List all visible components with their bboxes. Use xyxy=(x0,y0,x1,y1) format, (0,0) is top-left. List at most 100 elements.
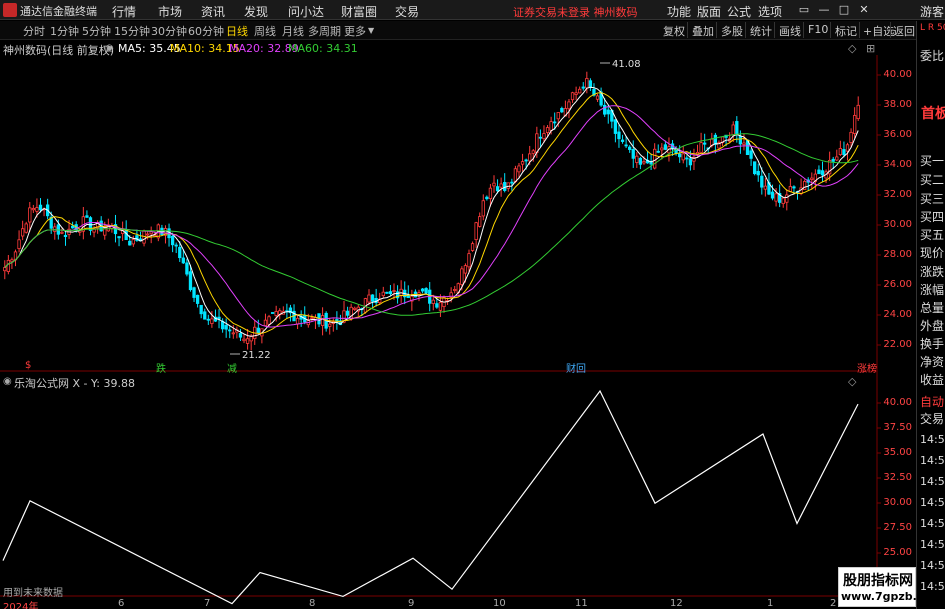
candle-body xyxy=(581,86,585,89)
sub-tick-label: 30.00 xyxy=(883,497,912,508)
tab-trades[interactable]: 交易 xyxy=(920,410,944,427)
diamond-icon[interactable]: ◇ xyxy=(848,375,856,388)
watermark-name: 股朋指标网 xyxy=(843,573,913,589)
price-tick-label: 40.00 xyxy=(883,69,912,80)
x-tick-label: 2024年 xyxy=(3,602,39,609)
candle-body xyxy=(370,294,375,302)
candle-body xyxy=(238,333,243,338)
candle-body xyxy=(203,311,207,320)
candle-body xyxy=(660,147,664,151)
quote-label-bid2: 买二 xyxy=(920,173,945,187)
candle-body xyxy=(195,294,200,304)
trade-time: 14:56 xyxy=(920,517,945,530)
moving-average-lines xyxy=(4,86,859,337)
price-tick-label: 30.00 xyxy=(883,219,912,230)
candle-body xyxy=(38,204,43,211)
quote-label-bid5: 买五 xyxy=(920,228,945,242)
settings-circle-icon[interactable]: ◉ xyxy=(3,376,12,387)
panel-header[interactable]: L R 500 xyxy=(920,23,945,33)
x-tick-label: 9 xyxy=(408,598,415,609)
user-label[interactable]: 游客 xyxy=(920,3,944,20)
candle-body xyxy=(431,299,435,304)
candle-body xyxy=(638,157,643,165)
trade-time: 14:56 xyxy=(920,559,945,572)
candle-body xyxy=(453,289,457,291)
candle-body xyxy=(553,121,557,124)
candle-body xyxy=(35,207,39,212)
candle-body xyxy=(681,153,685,161)
quote-label-earnings: 收益 xyxy=(920,373,945,387)
stock-chart-area[interactable] xyxy=(0,0,916,609)
candle-body xyxy=(628,146,632,150)
x-tick-label: 7 xyxy=(204,598,211,609)
candle-body xyxy=(617,131,621,140)
x-tick-label: 11 xyxy=(575,598,588,609)
quote-label-first-board: 首板 xyxy=(921,106,945,122)
candle-body xyxy=(570,92,575,101)
candle-body xyxy=(20,228,25,237)
candle-body xyxy=(53,226,57,232)
candle-body xyxy=(267,316,271,325)
candle-body xyxy=(492,182,496,187)
candle-body xyxy=(856,104,860,119)
candle-body xyxy=(517,165,521,173)
event-tag-rank[interactable]: 榜 xyxy=(866,360,878,375)
quote-label-commission-ratio: 委比 xyxy=(920,49,945,63)
formula-line xyxy=(2,389,859,605)
candle-body xyxy=(188,271,193,291)
event-tag-dividend[interactable]: $ xyxy=(24,360,32,371)
price-tick-label: 34.00 xyxy=(883,159,912,170)
event-tag-drop[interactable]: 跌 xyxy=(155,360,167,375)
candle-body xyxy=(742,142,746,145)
candle-body xyxy=(763,185,768,190)
event-tag-buyback[interactable]: 回 xyxy=(575,360,587,375)
candle-body xyxy=(367,294,371,303)
high-price-marker: 41.08 xyxy=(612,59,641,70)
candle-body xyxy=(256,327,260,334)
candle-body xyxy=(731,124,735,136)
candle-body xyxy=(506,182,510,189)
candle-body xyxy=(3,267,7,272)
candle-body xyxy=(606,109,610,115)
candle-body xyxy=(852,115,857,134)
candle-body xyxy=(845,144,850,152)
candle-body xyxy=(574,92,578,95)
candle-body xyxy=(185,262,189,275)
candlestick-series xyxy=(3,71,860,351)
candle-body xyxy=(656,150,660,153)
trade-time: 14:56 xyxy=(920,496,945,509)
x-tick-label: 2 xyxy=(830,598,837,609)
candle-body xyxy=(263,319,268,327)
price-tick-label: 32.00 xyxy=(883,189,912,200)
quote-label-bid3: 买三 xyxy=(920,192,945,206)
x-tick-label: 12 xyxy=(670,598,683,609)
candle-body xyxy=(788,186,793,192)
candle-body xyxy=(774,193,778,202)
candle-body xyxy=(792,186,796,189)
candle-body xyxy=(503,182,507,191)
candle-body xyxy=(145,233,150,236)
candle-body xyxy=(538,136,543,139)
candle-body xyxy=(488,187,493,200)
sub-tick-label: 32.50 xyxy=(883,472,912,483)
candle-body xyxy=(438,301,443,311)
site-watermark: 股朋指标网 www.7gpzb.com xyxy=(838,567,942,607)
candle-body xyxy=(528,153,532,162)
candle-body xyxy=(685,157,689,160)
candle-body xyxy=(320,315,325,326)
tab-auto[interactable]: 自动 xyxy=(920,393,944,410)
quote-label-bid1: 买一 xyxy=(920,154,945,168)
candle-body xyxy=(831,158,835,162)
candle-body xyxy=(688,158,693,166)
candle-body xyxy=(485,196,489,200)
trade-time: 14:56 xyxy=(920,475,945,488)
candle-body xyxy=(245,338,250,344)
ma-line-ma5 xyxy=(4,86,859,337)
candle-body xyxy=(481,200,485,217)
candle-body xyxy=(274,311,278,316)
candle-body xyxy=(170,235,175,246)
axis-ticks xyxy=(230,62,881,554)
candle-body xyxy=(549,121,553,131)
candle-body xyxy=(520,161,525,165)
event-tag-reduce[interactable]: 减 xyxy=(226,360,238,375)
